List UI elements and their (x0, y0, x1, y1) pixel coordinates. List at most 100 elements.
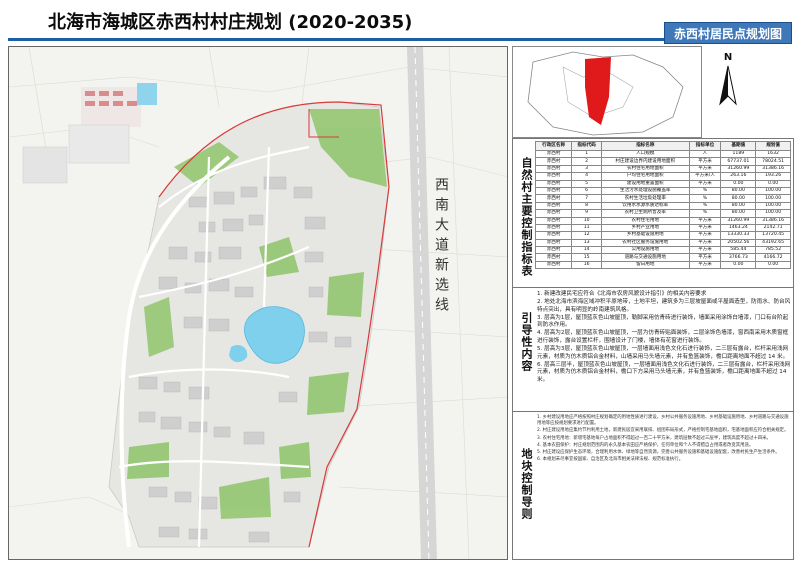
table-cell: 人口规模 (601, 149, 690, 159)
control-indicator-table: 行政区名称 指标代码 指标名称 指标单位 基期值 规划值 赤西村 1 人口规模人 1189 163… (534, 141, 791, 270)
table-cell: 饮用水水源水质达标率 (601, 201, 690, 211)
table-cell: 100.00 (755, 194, 791, 203)
table-cell: 道路与交通设施用地 (601, 253, 690, 262)
table-cell: 赤西村 (534, 246, 573, 255)
table-row: 赤西村 4 户均住宅用地面积 平方米/人 263.16 193.26 (534, 172, 791, 181)
location-inset-svg (513, 47, 701, 137)
page-title: 北海市海城区赤西村村庄规划 (2020-2035) (48, 12, 413, 33)
village-plan-map[interactable]: 西南大道新选线 (8, 46, 508, 560)
table-cell: 14 (571, 246, 603, 255)
plot-control-item: 3. 农村住宅用地：新增宅基地每户占地面积不得超过一百二十平方米，建筑层数不超过… (537, 435, 771, 441)
table-cell: 生活污水处理设施覆盖率 (601, 186, 690, 196)
table-row: 赤西村 14 公用设施用地 平方米 585.44 785.52 (534, 246, 791, 255)
table-cell: 31386.16 (755, 164, 791, 174)
guide-item: 3. 层高为1层，屋顶蓝灰色山坡屋顶，勒脚采用仿青砖进行装饰，墙面采用涂饰白墙漆… (537, 314, 789, 329)
table-cell: 80.00 (720, 209, 757, 218)
plot-control-content: 1. 乡村建设用地应严格按照村庄规划确定的用地性质进行建设，乡村公共服务设施用地… (537, 415, 791, 464)
table-cell: 0.00 (720, 260, 757, 270)
table-cell: 平方米 (688, 246, 722, 255)
table-cell: 农村住宅用地面积 (601, 164, 690, 174)
table-cell: 建设用地重置面积 (601, 179, 690, 188)
table-cell: 5 (571, 179, 603, 188)
location-inset-map (512, 46, 702, 138)
table-cell: 2 (571, 157, 603, 166)
table-cell: 13330.33 (720, 231, 757, 240)
table-cell: 7 (571, 194, 603, 203)
table-cell: 赤西村 (534, 209, 573, 218)
guide-label: 引导性内容 (520, 312, 533, 372)
map-title-badge: 赤西村居民点规划图 (664, 22, 792, 44)
table-cell: 农村卫生厕所普及率 (601, 209, 690, 218)
table-cell: 农村社区服务设施用地 (601, 238, 690, 248)
table-cell: 赤西村 (534, 149, 573, 159)
table-header-cell: 基期值 (720, 141, 757, 151)
table-cell: 100.00 (755, 201, 791, 211)
table-cell: 67737.01 (720, 157, 757, 166)
table-cell: 平方米 (688, 238, 722, 248)
table-cell: 0.00 (755, 179, 791, 188)
table-cell: 赤西村 (534, 253, 573, 262)
table-row: 赤西村 13 农村社区服务设施用地 平方米 20502.56 43192.65 (534, 238, 791, 248)
table-cell: % (688, 194, 722, 203)
table-cell: 赤西村 (534, 260, 573, 270)
table-cell: 1463.24 (720, 223, 757, 233)
table-cell: 100.00 (755, 209, 791, 218)
table-cell: 赤西村 (534, 164, 573, 174)
table-cell: 平方米 (688, 253, 722, 262)
table-cell: 村庄建设边界内建设用地面积 (601, 157, 690, 166)
table-cell: 4166.72 (755, 253, 791, 262)
table-cell: 3 (571, 164, 603, 174)
table-header-cell: 指标代码 (571, 141, 603, 151)
table-header-cell: 指标单位 (688, 141, 722, 151)
table-cell: 0.00 (720, 179, 757, 188)
table-cell: 人 (688, 149, 722, 159)
table-cell: 赤西村 (534, 194, 573, 203)
road-label: 西南大道新选线 (433, 177, 449, 317)
table-cell: 2142.71 (755, 223, 791, 233)
table-row: 赤西村 8 饮用水水源水质达标率% 80.00 100.00 (534, 201, 791, 211)
table-cell: 20502.56 (720, 238, 757, 248)
table-cell: 赤西村 (534, 231, 573, 240)
table-cell: 平方米 (688, 260, 722, 270)
table-cell: 平方米 (688, 231, 722, 240)
table-cell: 农村住宅用地 (601, 216, 690, 225)
table-cell: 31260.99 (720, 216, 757, 225)
table-row: 赤西村 11 乡村产业用地 平方米 1463.24 2142.71 (534, 223, 791, 233)
table-row: 赤西村 10 农村住宅用地 平方米 31260.99 31386.16 (534, 216, 791, 225)
guide-item: 2. 地处北海市滨海区域冲积平原地带，土地平坦，建筑多为三层坡屋面或平屋面造型，… (537, 299, 791, 313)
table-row: 赤西村 1 人口规模人 1189 1632 (534, 149, 791, 159)
guide-item: 5. 层高为3层，屋顶蓝灰色山坡屋顶，一层墙面用浅色文化石进行装饰，二三层有露台… (537, 346, 789, 360)
table-row: 赤西村 6 生活污水处理设施覆盖率% 80.00 100.00 (534, 186, 791, 196)
north-label: N (723, 52, 733, 63)
table-cell: 100.00 (755, 186, 791, 196)
table-header-cell: 指标名称 (601, 141, 690, 151)
guide-content: 1. 新建改建民宅应符合《北海市农房风貌设计指引》的相关内容要求 2. 地处北海市… (537, 291, 791, 385)
table-header-cell: 规划值 (755, 141, 791, 151)
table-cell: 赤西村 (534, 172, 573, 181)
table-cell: 1189 (720, 149, 757, 159)
table-cell: 赤西村 (534, 238, 573, 248)
table-cell: 31260.99 (720, 164, 757, 174)
table-cell: 0.00 (755, 260, 791, 270)
table-cell: 乡村基础设施用地 (601, 231, 690, 240)
table-cell: 赤西村 (534, 157, 573, 166)
table-cell: 10 (571, 216, 603, 225)
control-table-label: 自然村主要控制指标表 (520, 157, 533, 277)
table-cell: 户均住宅用地面积 (601, 172, 690, 181)
table-row: 赤西村 15 道路与交通设施用地 平方米 3766.73 4166.72 (534, 253, 791, 262)
table-cell: 13720.45 (755, 231, 791, 240)
table-cell: 4 (571, 172, 603, 181)
table-cell: 12 (571, 231, 603, 240)
table-cell: 11 (571, 223, 603, 233)
table-cell: 15 (571, 253, 603, 262)
table-cell: 80.00 (720, 194, 757, 203)
table-cell: % (688, 209, 722, 218)
table-cell: 78024.51 (755, 157, 791, 166)
table-cell: 80.00 (720, 186, 757, 196)
table-cell: 8 (571, 201, 603, 211)
table-header-cell: 行政区名称 (534, 141, 573, 151)
table-cell: 6 (571, 186, 603, 196)
plot-control-item: 4. 基本农田保护：村庄规划范围内的永久基本农田应严格保护，任何单位和个人不得擅… (537, 442, 754, 448)
table-cell: 585.44 (720, 246, 757, 255)
table-row: 赤西村 12 乡村基础设施用地 平方米 13330.33 13720.45 (534, 231, 791, 240)
